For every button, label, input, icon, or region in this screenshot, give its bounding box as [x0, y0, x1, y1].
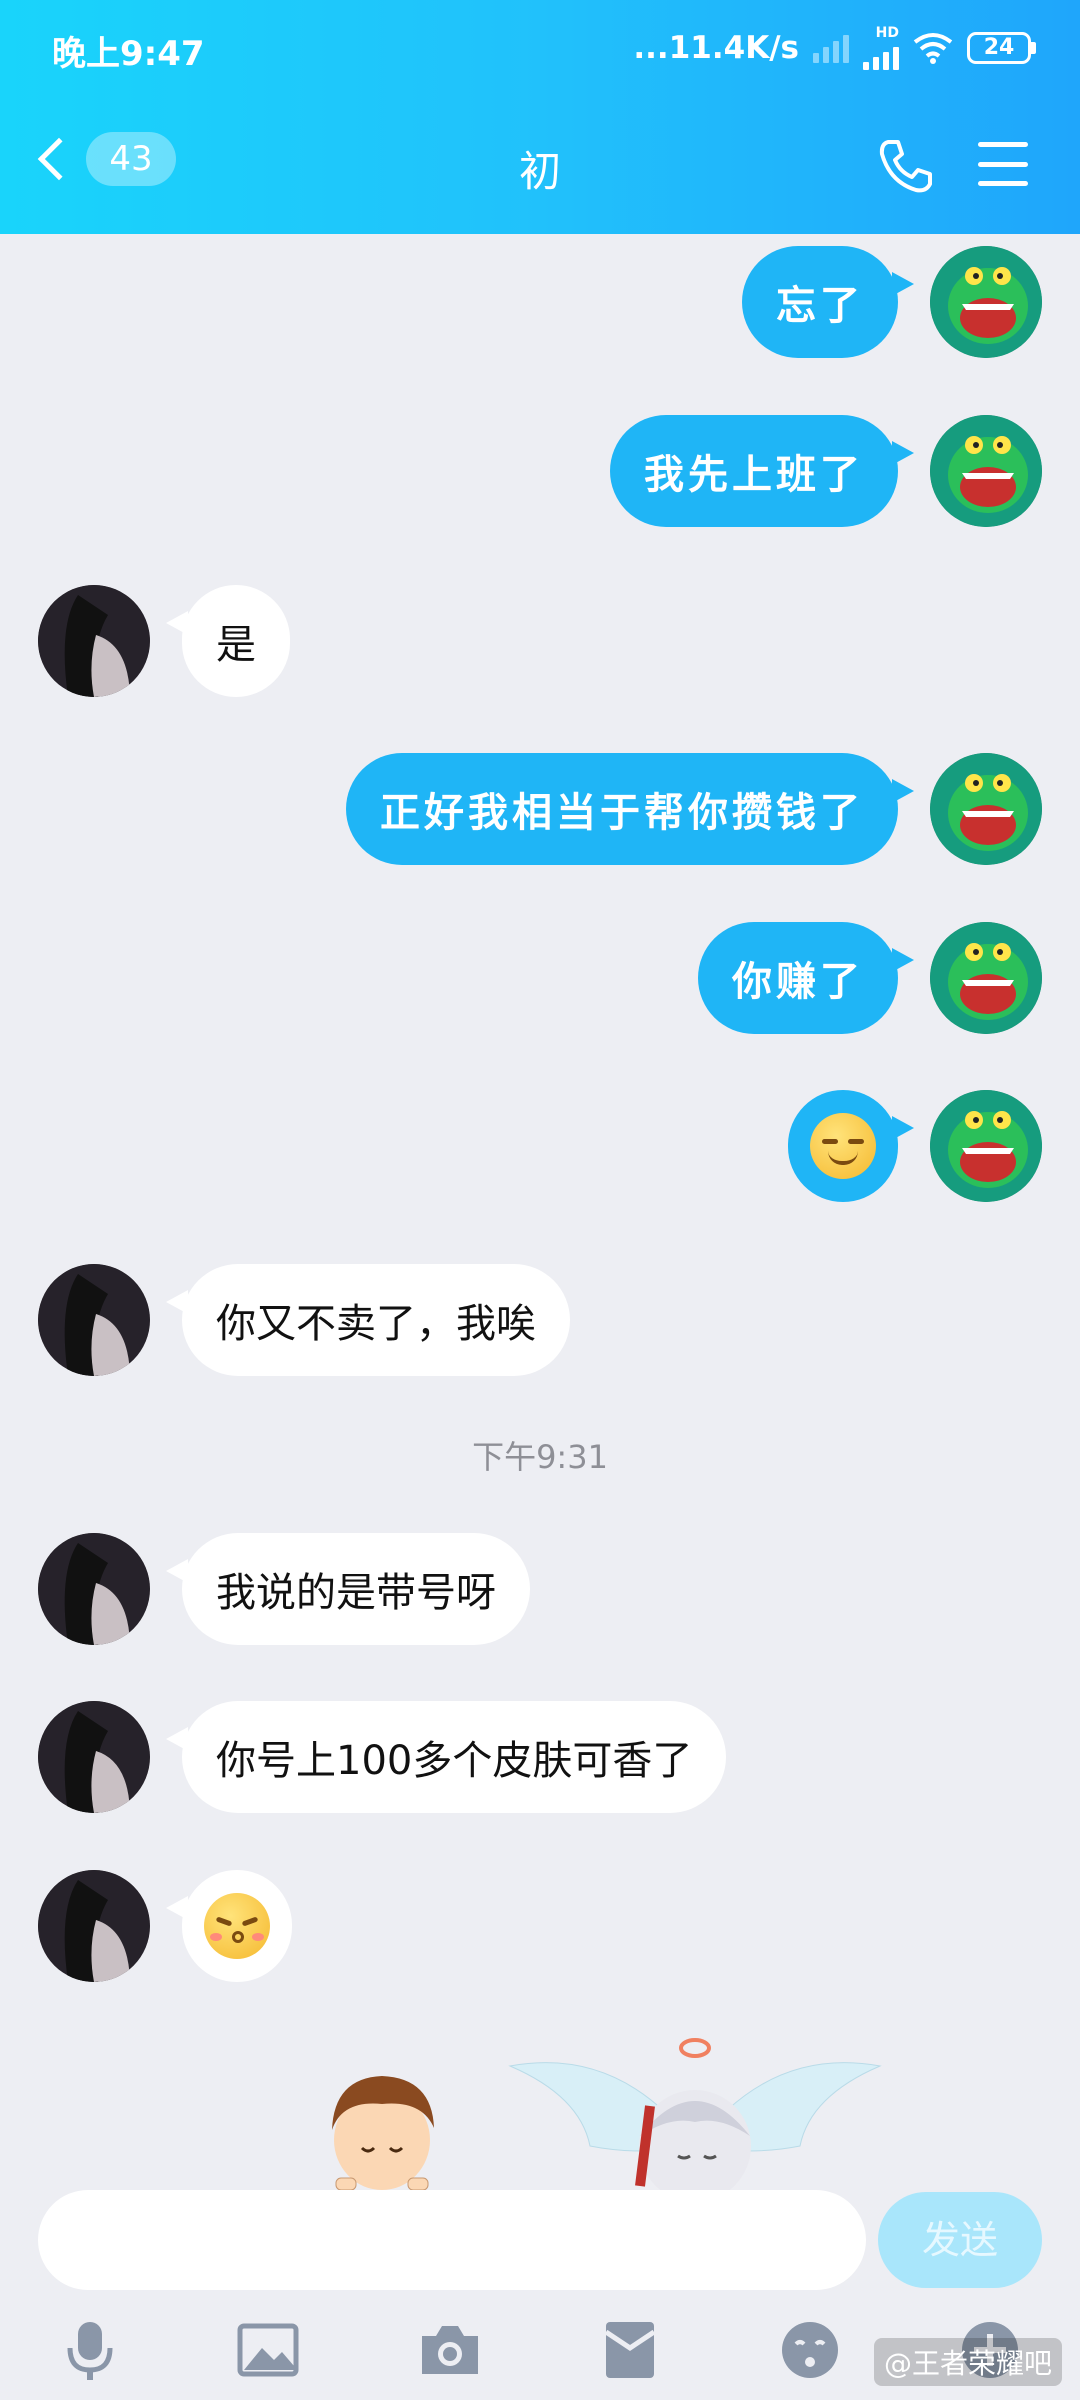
- network-speed: ...11.4K/s: [633, 30, 799, 66]
- emoji-message-bubble[interactable]: [166, 1870, 292, 1982]
- microphone-icon[interactable]: [58, 2318, 122, 2382]
- contact-avatar[interactable]: [38, 1264, 150, 1376]
- status-icons: ...11.4K/s HD 24: [633, 26, 1036, 70]
- red-packet-icon[interactable]: [598, 2318, 662, 2382]
- message-text: 你又不卖了，我唉: [216, 1301, 536, 1347]
- my-avatar[interactable]: [930, 1090, 1042, 1202]
- timestamp-divider: 下午9:31: [472, 1438, 608, 1476]
- message-text: 忘了: [776, 283, 864, 329]
- message-text: 正好我相当于帮你攒钱了: [380, 790, 864, 836]
- message-row: 你号上100多个皮肤可香了: [0, 1701, 1080, 1813]
- message-row: 忘了: [0, 246, 1080, 358]
- message-bubble[interactable]: 我说的是带号呀: [166, 1533, 530, 1645]
- my-avatar[interactable]: [930, 753, 1042, 865]
- message-text: 是: [216, 622, 256, 668]
- kiss-emoji-icon: [204, 1893, 270, 1959]
- contact-avatar[interactable]: [38, 585, 150, 697]
- my-avatar[interactable]: [930, 922, 1042, 1034]
- my-avatar[interactable]: [930, 415, 1042, 527]
- watermark: @王者荣耀吧: [873, 2338, 1062, 2386]
- hd-label: HD: [875, 25, 899, 41]
- menu-icon[interactable]: [978, 142, 1028, 186]
- message-bubble[interactable]: 你号上100多个皮肤可香了: [165, 1701, 727, 1813]
- bottom-toolbar: @王者荣耀吧: [0, 2300, 1080, 2400]
- message-row: [0, 1870, 1080, 1982]
- contact-avatar[interactable]: [38, 1701, 150, 1813]
- message-row: [0, 1090, 1080, 1202]
- my-avatar[interactable]: [930, 246, 1042, 358]
- send-button[interactable]: 发送: [878, 2192, 1042, 2288]
- signal-hd-icon: [863, 40, 899, 70]
- smirk-emoji-icon: [810, 1113, 876, 1179]
- boy-sticker-icon: [332, 2076, 434, 2190]
- signal-icon: [813, 33, 849, 63]
- status-time: 晚上9:47: [52, 34, 205, 74]
- message-text: 我先上班了: [644, 452, 864, 498]
- message-row: 我先上班了: [0, 415, 1080, 527]
- message-text: 你号上100多个皮肤可香了: [216, 1738, 693, 1784]
- message-row: 是: [0, 585, 1080, 697]
- camera-icon[interactable]: [418, 2318, 482, 2382]
- contact-avatar[interactable]: [38, 1870, 150, 1982]
- message-input[interactable]: [38, 2190, 866, 2290]
- message-row: 我说的是带号呀: [0, 1533, 1080, 1645]
- message-bubble[interactable]: 你又不卖了，我唉: [166, 1264, 570, 1376]
- battery-icon: 24: [967, 32, 1036, 64]
- message-text: 你赚了: [732, 959, 864, 1005]
- message-bubble[interactable]: 是: [166, 585, 290, 697]
- message-bubble[interactable]: 你赚了: [698, 922, 914, 1034]
- message-text: 我说的是带号呀: [216, 1570, 496, 1616]
- message-bubble[interactable]: 忘了: [742, 246, 914, 358]
- image-icon[interactable]: [236, 2318, 300, 2382]
- contact-avatar[interactable]: [38, 1533, 150, 1645]
- angel-sticker-icon: [508, 2038, 882, 2192]
- phone-icon[interactable]: [876, 136, 936, 196]
- header-bar: 晚上9:47 ...11.4K/s HD 24 43 初: [0, 0, 1080, 234]
- message-bubble[interactable]: 我先上班了: [610, 415, 914, 527]
- emoji-icon[interactable]: [778, 2318, 842, 2382]
- emoji-message-bubble[interactable]: [788, 1090, 914, 1202]
- wifi-icon: [913, 33, 953, 64]
- message-row: 你赚了: [0, 922, 1080, 1034]
- battery-level: 24: [967, 32, 1031, 64]
- message-row: 正好我相当于帮你攒钱了: [0, 753, 1080, 865]
- message-row: 你又不卖了，我唉: [0, 1264, 1080, 1376]
- message-bubble[interactable]: 正好我相当于帮你攒钱了: [346, 753, 914, 865]
